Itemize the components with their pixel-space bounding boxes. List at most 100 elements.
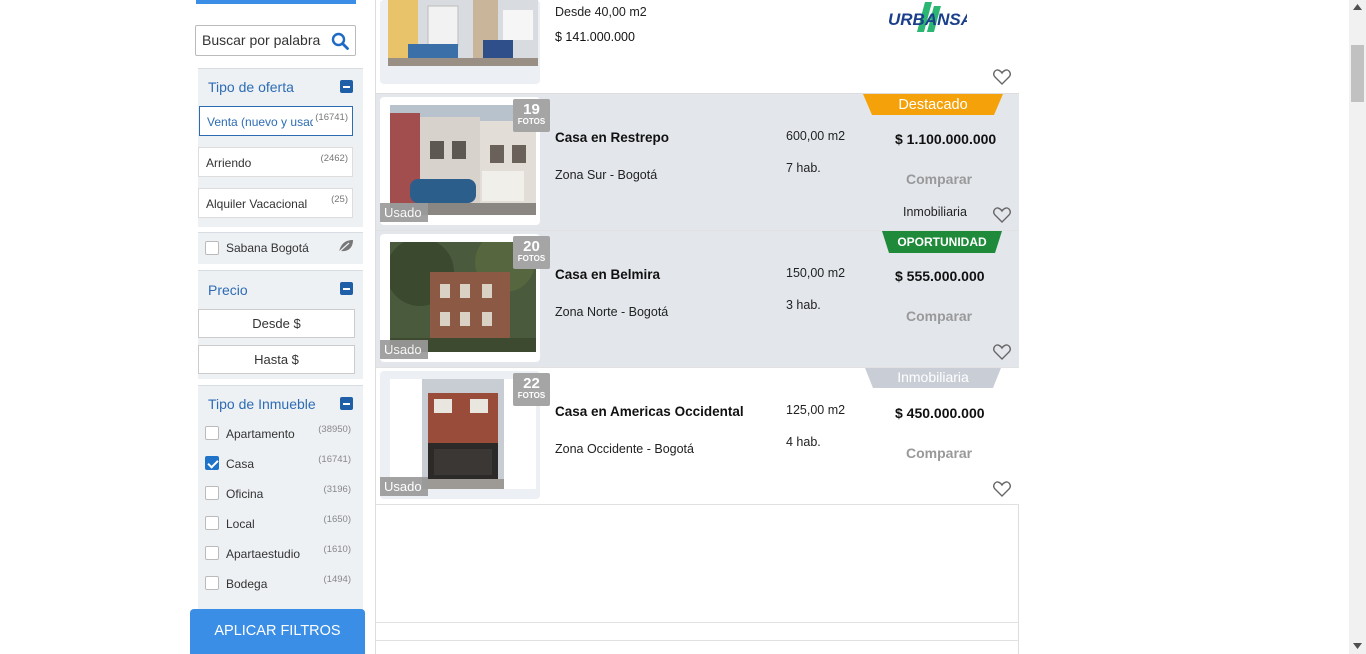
compare-button[interactable]: Comparar — [906, 171, 972, 187]
listing-thumbnail[interactable]: 22 FOTOS Usado — [380, 371, 550, 499]
listing-title[interactable]: Casa en Restrepo — [555, 130, 669, 145]
agency-ribbon: Inmobiliaria — [897, 369, 969, 385]
collapse-price-icon[interactable] — [340, 282, 353, 295]
listing-area: 600,00 m2 — [786, 129, 846, 143]
type-checkbox-bodega[interactable] — [205, 576, 219, 590]
listing-price: $ 450.000.000 — [895, 405, 985, 421]
listing-card[interactable]: 19 FOTOS Usado Casa en Restrepo Zona Sur… — [376, 94, 1019, 231]
listing-rooms: 3 hab. — [786, 298, 821, 312]
offer-option-alquiler[interactable]: Alquiler Vacacional (25) — [198, 188, 353, 218]
search-icon[interactable] — [331, 32, 349, 50]
type-checkbox-apartamento[interactable] — [205, 426, 219, 440]
listing-zone: Zona Sur - Bogotá — [555, 168, 658, 182]
scroll-down-arrow-icon[interactable] — [1353, 643, 1362, 649]
favorite-heart-icon[interactable] — [993, 344, 1011, 360]
type-count: (1494) — [323, 574, 351, 585]
property-type-panel-title: Tipo de Inmueble — [208, 396, 316, 412]
opportunity-ribbon: OPORTUNIDAD — [897, 235, 987, 249]
offer-option-venta[interactable]: Venta (nuevo y usado) (16741) — [199, 106, 353, 136]
price-panel-title: Precio — [208, 282, 248, 298]
photo-count: 22 — [523, 375, 540, 392]
photo-count: 20 — [523, 238, 540, 255]
condition-badge: Usado — [380, 477, 428, 496]
scroll-up-arrow-icon[interactable] — [1353, 4, 1362, 10]
type-count: (38950) — [318, 424, 351, 435]
type-label: Apartamento — [226, 427, 295, 441]
listing-area: Desde 40,00 m2 — [555, 5, 647, 19]
collapse-offer-icon[interactable] — [340, 80, 353, 93]
featured-ribbon: Destacado — [898, 97, 968, 113]
listing-zone: Zona Norte - Bogotá — [555, 305, 669, 319]
condition-badge: Usado — [380, 340, 428, 359]
price-to-input[interactable]: Hasta $ — [198, 345, 355, 374]
listing-title[interactable]: Casa en Belmira — [555, 267, 660, 282]
seller-type: Inmobiliaria — [903, 205, 967, 219]
offer-option-label: Arriendo — [206, 156, 252, 170]
photo-count-label: FOTOS — [517, 391, 546, 400]
photo-count-badge: 22 FOTOS — [513, 373, 550, 406]
sabana-checkbox[interactable] — [205, 241, 219, 255]
compare-button[interactable]: Comparar — [906, 308, 972, 324]
type-label: Apartaestudio — [226, 547, 301, 561]
type-checkbox-apartaestudio[interactable] — [205, 546, 219, 560]
compare-button[interactable]: Comparar — [906, 445, 972, 461]
photo-count-badge: 20 FOTOS — [513, 236, 550, 269]
collapse-type-icon[interactable] — [340, 397, 353, 410]
listing-title[interactable]: Casa en Americas Occidental — [555, 404, 744, 419]
type-count: (3196) — [323, 484, 351, 495]
top-accent-bar — [196, 0, 356, 4]
urbansa-logo-icon[interactable]: URBANSA — [887, 2, 967, 34]
listing-thumbnail[interactable] — [380, 0, 540, 84]
listing-results: Desde 40,00 m2 $ 141.000.000 URBANSA 19 … — [375, 0, 1019, 654]
listing-area: 150,00 m2 — [786, 266, 846, 280]
empty-row — [376, 640, 1019, 641]
offer-option-arriendo[interactable]: Arriendo (2462) — [198, 147, 353, 177]
type-checkbox-casa[interactable] — [205, 456, 219, 470]
favorite-heart-icon[interactable] — [993, 481, 1011, 497]
listing-area: 125,00 m2 — [786, 403, 846, 417]
offer-option-label: Venta (nuevo y usado) — [207, 115, 313, 129]
price-from-input[interactable]: Desde $ — [198, 309, 355, 338]
apply-filters-button[interactable]: APLICAR FILTROS — [190, 609, 365, 654]
listing-thumbnail[interactable]: 19 FOTOS Usado — [380, 97, 550, 225]
listing-price: $ 1.100.000.000 — [895, 131, 997, 147]
type-count: (1610) — [323, 544, 351, 555]
urbansa-logo-text: URBANSA — [888, 10, 967, 29]
sabana-label: Sabana Bogotá — [226, 241, 309, 255]
photo-count-badge: 19 FOTOS — [513, 99, 550, 132]
type-label: Bodega — [226, 577, 268, 591]
type-label: Oficina — [226, 487, 264, 501]
listing-price: $ 141.000.000 — [555, 30, 635, 44]
leaf-icon — [338, 240, 353, 253]
photo-count-label: FOTOS — [517, 254, 546, 263]
listing-card-top[interactable]: Desde 40,00 m2 $ 141.000.000 URBANSA — [376, 0, 1019, 94]
favorite-heart-icon[interactable] — [993, 69, 1011, 85]
property-type-panel: Tipo de Inmueble Apartamento (38950) Cas… — [198, 385, 363, 610]
type-label: Local — [226, 517, 255, 531]
type-count: (16741) — [318, 454, 351, 465]
search-box[interactable] — [195, 25, 356, 56]
scrollbar-thumb[interactable] — [1351, 45, 1364, 102]
offer-option-label: Alquiler Vacacional — [206, 197, 308, 211]
empty-row — [376, 622, 1019, 623]
offer-option-count: (2462) — [320, 153, 348, 164]
condition-badge: Usado — [380, 203, 428, 222]
type-checkbox-oficina[interactable] — [205, 486, 219, 500]
photo-count-label: FOTOS — [517, 117, 546, 126]
search-input[interactable] — [202, 32, 326, 48]
favorite-heart-icon[interactable] — [993, 207, 1011, 223]
type-count: (1650) — [323, 514, 351, 525]
listing-photo[interactable] — [388, 0, 538, 66]
listing-price: $ 555.000.000 — [895, 268, 985, 284]
type-label: Casa — [226, 457, 255, 471]
offer-panel-title: Tipo de oferta — [208, 79, 294, 95]
listing-thumbnail[interactable]: 20 FOTOS Usado — [380, 234, 550, 362]
listing-rooms: 4 hab. — [786, 435, 821, 449]
photo-count: 19 — [523, 101, 540, 118]
type-checkbox-local[interactable] — [205, 516, 219, 530]
price-panel: Precio Desde $ Hasta $ — [198, 270, 363, 379]
listing-card[interactable]: 20 FOTOS Usado Casa en Belmira Zona Nort… — [376, 231, 1019, 368]
page-scrollbar[interactable] — [1349, 0, 1366, 654]
offer-option-count: (25) — [331, 194, 348, 205]
listing-card[interactable]: 22 FOTOS Usado Casa en Americas Occident… — [376, 368, 1019, 505]
